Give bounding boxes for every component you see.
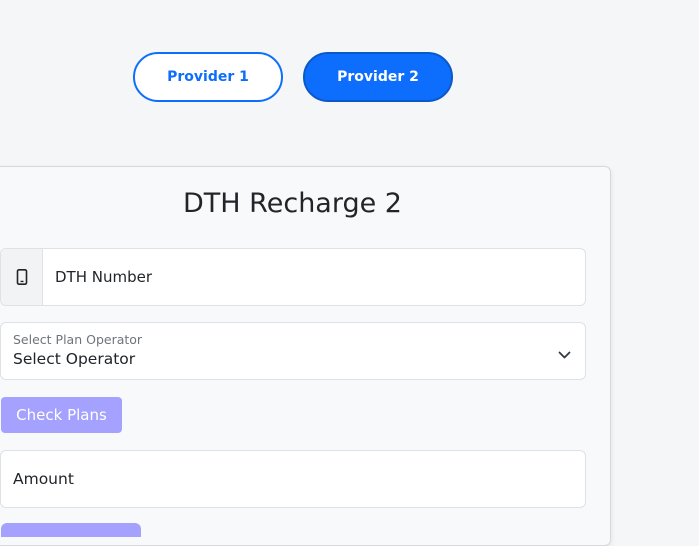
operator-select-label: Select Plan Operator: [13, 332, 143, 347]
amount-input[interactable]: [1, 451, 585, 507]
operator-select[interactable]: Select Plan Operator Select Operator: [0, 322, 586, 380]
chevron-down-icon: [558, 345, 571, 364]
mobile-phone-icon: [1, 249, 43, 305]
operator-select-value: Select Operator: [13, 350, 136, 368]
dth-number-group: [0, 248, 586, 306]
check-plans-button[interactable]: Check Plans: [1, 397, 122, 433]
provider-1-button[interactable]: Provider 1: [133, 52, 283, 102]
dth-number-input[interactable]: [43, 249, 585, 305]
amount-field-container: [0, 450, 586, 508]
provider-2-button[interactable]: Provider 2: [303, 52, 453, 102]
submit-button[interactable]: [1, 523, 141, 537]
card-title: DTH Recharge 2: [183, 188, 402, 219]
